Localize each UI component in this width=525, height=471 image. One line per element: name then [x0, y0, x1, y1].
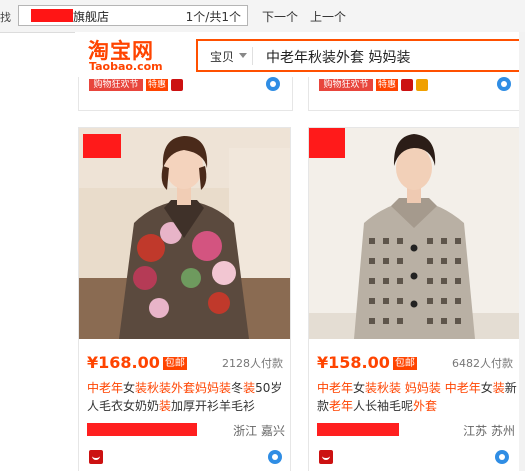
tmall-bag-icon[interactable]: [401, 79, 413, 91]
wangwang-chat-icon[interactable]: [268, 450, 282, 464]
title-text: 女: [480, 381, 493, 395]
shop-row: 浙江 嘉兴: [87, 421, 285, 439]
product-price: ¥158.00: [317, 353, 390, 372]
keyword-highlight: 装: [159, 399, 172, 413]
price-row: ¥158.00 包邮 6482人付款: [317, 353, 513, 372]
keyword-highlight: 外套: [413, 399, 438, 413]
title-text: 女: [353, 381, 366, 395]
find-previous-button[interactable]: 上一个: [310, 8, 346, 25]
shop-location: 江苏 苏州: [463, 424, 515, 438]
product-card-remnant: 购物狂欢节 特惠: [78, 77, 293, 111]
keyword-highlight: 装秋装外套妈妈装: [135, 381, 232, 395]
find-bar: 找 旗舰店 1个/共1个 下一个 上一个: [0, 0, 525, 33]
redacted-shop-name[interactable]: [87, 423, 197, 436]
site-header: 淘宝网 Taobao.com 宝贝 中老年秋装外套 妈妈装: [75, 32, 525, 77]
find-label: 找: [0, 11, 11, 24]
redacted-watermark: [309, 128, 345, 158]
redacted-text: [31, 9, 73, 22]
product-card-remnant: 购物狂欢节 特惠: [308, 77, 523, 111]
price-row: ¥168.00 包邮 2128人付款: [87, 353, 283, 372]
title-text: 冬: [231, 381, 244, 395]
sales-count: 6482人付款: [452, 357, 513, 370]
product-photo[interactable]: [309, 128, 520, 339]
wangwang-chat-icon[interactable]: [497, 77, 511, 91]
keyword-highlight: 装: [492, 381, 505, 395]
redacted-watermark: [83, 134, 121, 158]
keyword-highlight: 老年: [329, 399, 354, 413]
free-shipping-badge: 包邮: [162, 357, 187, 370]
product-photo[interactable]: [79, 128, 290, 339]
tehui-badge[interactable]: 特惠: [146, 79, 168, 91]
divider: [252, 47, 253, 65]
festival-badge[interactable]: 购物狂欢节: [89, 79, 143, 91]
keyword-highlight: 装秋装: [365, 381, 402, 395]
promo-icons: 购物狂欢节 特惠: [89, 79, 186, 93]
taobao-logo-url[interactable]: Taobao.com: [89, 60, 163, 73]
service-icons: [87, 448, 285, 466]
search-input[interactable]: 中老年秋装外套 妈妈装: [266, 47, 410, 67]
redacted-shop-name[interactable]: [317, 423, 399, 436]
search-scope-select[interactable]: 宝贝: [210, 48, 234, 65]
keyword-highlight: 妈妈装: [404, 381, 441, 395]
find-query: 旗舰店: [73, 10, 110, 24]
keyword-highlight: 中老年: [444, 381, 481, 395]
tehui-badge[interactable]: 特惠: [376, 79, 398, 91]
product-card[interactable]: ¥168.00 包邮 2128人付款 中老年女装秋装外套妈妈装冬装50岁人毛衣女奶…: [78, 127, 291, 471]
chevron-down-icon[interactable]: [239, 53, 247, 58]
shield-icon[interactable]: [416, 79, 428, 91]
sales-count: 2128人付款: [222, 357, 283, 370]
festival-badge[interactable]: 购物狂欢节: [319, 79, 373, 91]
product-title-link[interactable]: 中老年女装秋装外套妈妈装冬装50岁人毛衣女奶奶装加厚开衫羊毛衫: [87, 379, 287, 415]
keyword-highlight: 中老年: [317, 381, 354, 395]
promo-icons: 购物狂欢节 特惠: [319, 79, 431, 93]
title-text: 加厚开衫羊毛衫: [171, 399, 256, 413]
shop-location: 浙江 嘉兴: [233, 424, 285, 438]
find-input[interactable]: 旗舰店 1个/共1个: [18, 5, 248, 26]
product-title-link[interactable]: 中老年女装秋装 妈妈装 中老年女装新款老年人长袖毛呢外套: [317, 379, 517, 415]
wangwang-chat-icon[interactable]: [495, 450, 509, 464]
title-text: 人长袖毛呢: [353, 399, 414, 413]
page-scrollbar[interactable]: [519, 32, 525, 471]
shop-row: 江苏 苏州: [317, 421, 515, 439]
search-bar[interactable]: 宝贝 中老年秋装外套 妈妈装: [196, 39, 524, 72]
product-card[interactable]: ¥158.00 包邮 6482人付款 中老年女装秋装 妈妈装 中老年女装新款老年人…: [308, 127, 521, 471]
keyword-highlight: 装: [243, 381, 256, 395]
service-icons: [317, 448, 515, 466]
free-shipping-badge: 包邮: [392, 357, 417, 370]
find-match-count: 1个/共1个: [185, 10, 241, 24]
tmall-bag-icon[interactable]: [171, 79, 183, 91]
product-price: ¥168.00: [87, 353, 160, 372]
keyword-highlight: 中老年: [87, 381, 124, 395]
title-text: 女: [123, 381, 136, 395]
tmall-bag-icon[interactable]: [319, 450, 333, 464]
find-next-button[interactable]: 下一个: [262, 8, 298, 25]
wangwang-chat-icon[interactable]: [266, 77, 280, 91]
tmall-bag-icon[interactable]: [89, 450, 103, 464]
